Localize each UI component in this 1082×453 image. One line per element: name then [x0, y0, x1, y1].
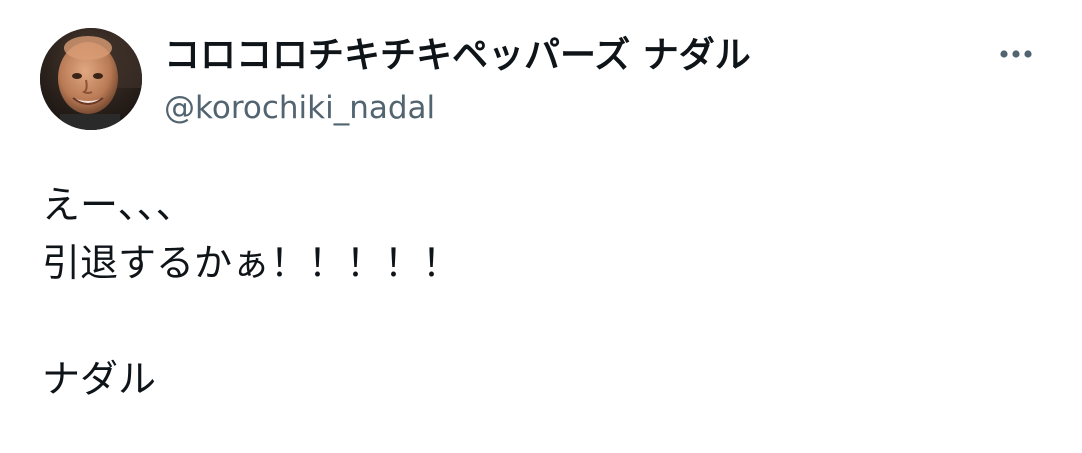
tweet-text-line — [42, 292, 1042, 350]
tweet-text-line: えー、、、 — [42, 183, 194, 227]
more-options-button[interactable] — [994, 34, 1038, 74]
tweet-text-line: 引退するかぁ！！！！！ — [42, 241, 461, 285]
author-handle[interactable]: @korochiki_nadal — [164, 88, 435, 128]
more-horizontal-icon — [1000, 50, 1032, 58]
tweet-card: コロコロチキチキペッパーズ ナダル @korochiki_nadal えー、、、… — [0, 0, 1082, 453]
author-display-name[interactable]: コロコロチキチキペッパーズ ナダル — [164, 34, 751, 78]
avatar[interactable] — [40, 28, 142, 130]
tweet-text-line: ナダル — [42, 357, 157, 401]
tweet-text: えー、、、 引退するかぁ！！！！！ ナダル — [42, 176, 1042, 408]
profile-photo-icon — [40, 28, 142, 130]
